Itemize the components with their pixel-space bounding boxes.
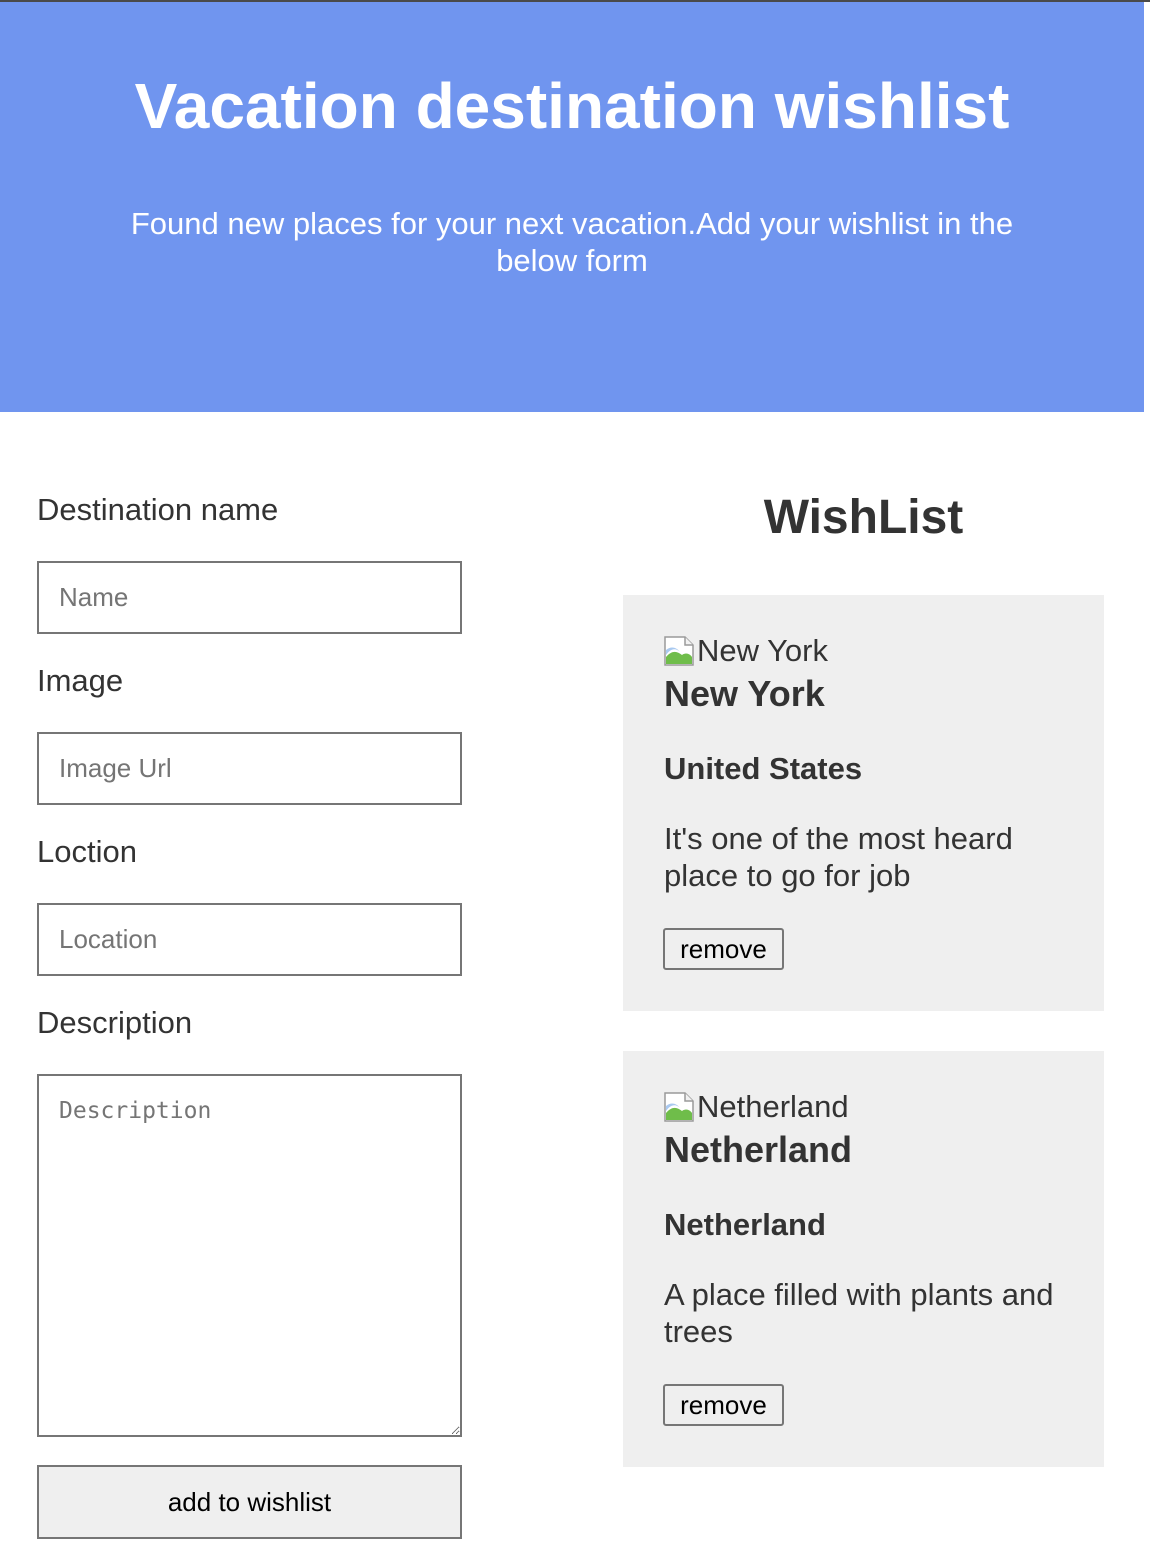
destination-image-alt: New York [697,633,828,668]
name-label: Destination name [37,492,279,527]
wishlist-card: Netherland Netherland Netherland A place… [623,1051,1104,1467]
destination-image-alt: Netherland [697,1089,849,1124]
destination-image: New York [663,633,828,669]
description-label: Description [37,1005,193,1040]
add-to-wishlist-button[interactable]: add to wishlist [37,1465,462,1539]
hero-banner: Vacation destination wishlist Found new … [0,2,1144,412]
destination-location: Netherland [664,1207,826,1242]
wishlist-card: New York New York United States It's one… [623,595,1104,1011]
destination-name: Netherland [664,1129,853,1170]
destination-location: United States [664,751,863,786]
remove-button[interactable]: remove [663,928,784,970]
remove-button[interactable]: remove [663,1384,784,1426]
image-url-input[interactable] [37,732,462,805]
page-title: Vacation destination wishlist [134,70,1010,142]
destination-description: It's one of the most heard place to go f… [664,821,1013,893]
wishlist-title: WishList [763,491,964,544]
name-input[interactable] [37,561,462,634]
destination-name: New York [664,673,825,714]
destination-image: Netherland [663,1089,849,1125]
destination-description: A place filled with plants and trees [664,1277,1054,1349]
broken-image-icon [664,636,694,666]
location-input[interactable] [37,903,462,976]
broken-image-icon [664,1092,694,1122]
page-subtitle: Found new places for your next vacation.… [130,206,1014,278]
location-label: Loction [37,834,137,869]
image-label: Image [37,663,124,698]
description-textarea[interactable] [37,1074,462,1437]
